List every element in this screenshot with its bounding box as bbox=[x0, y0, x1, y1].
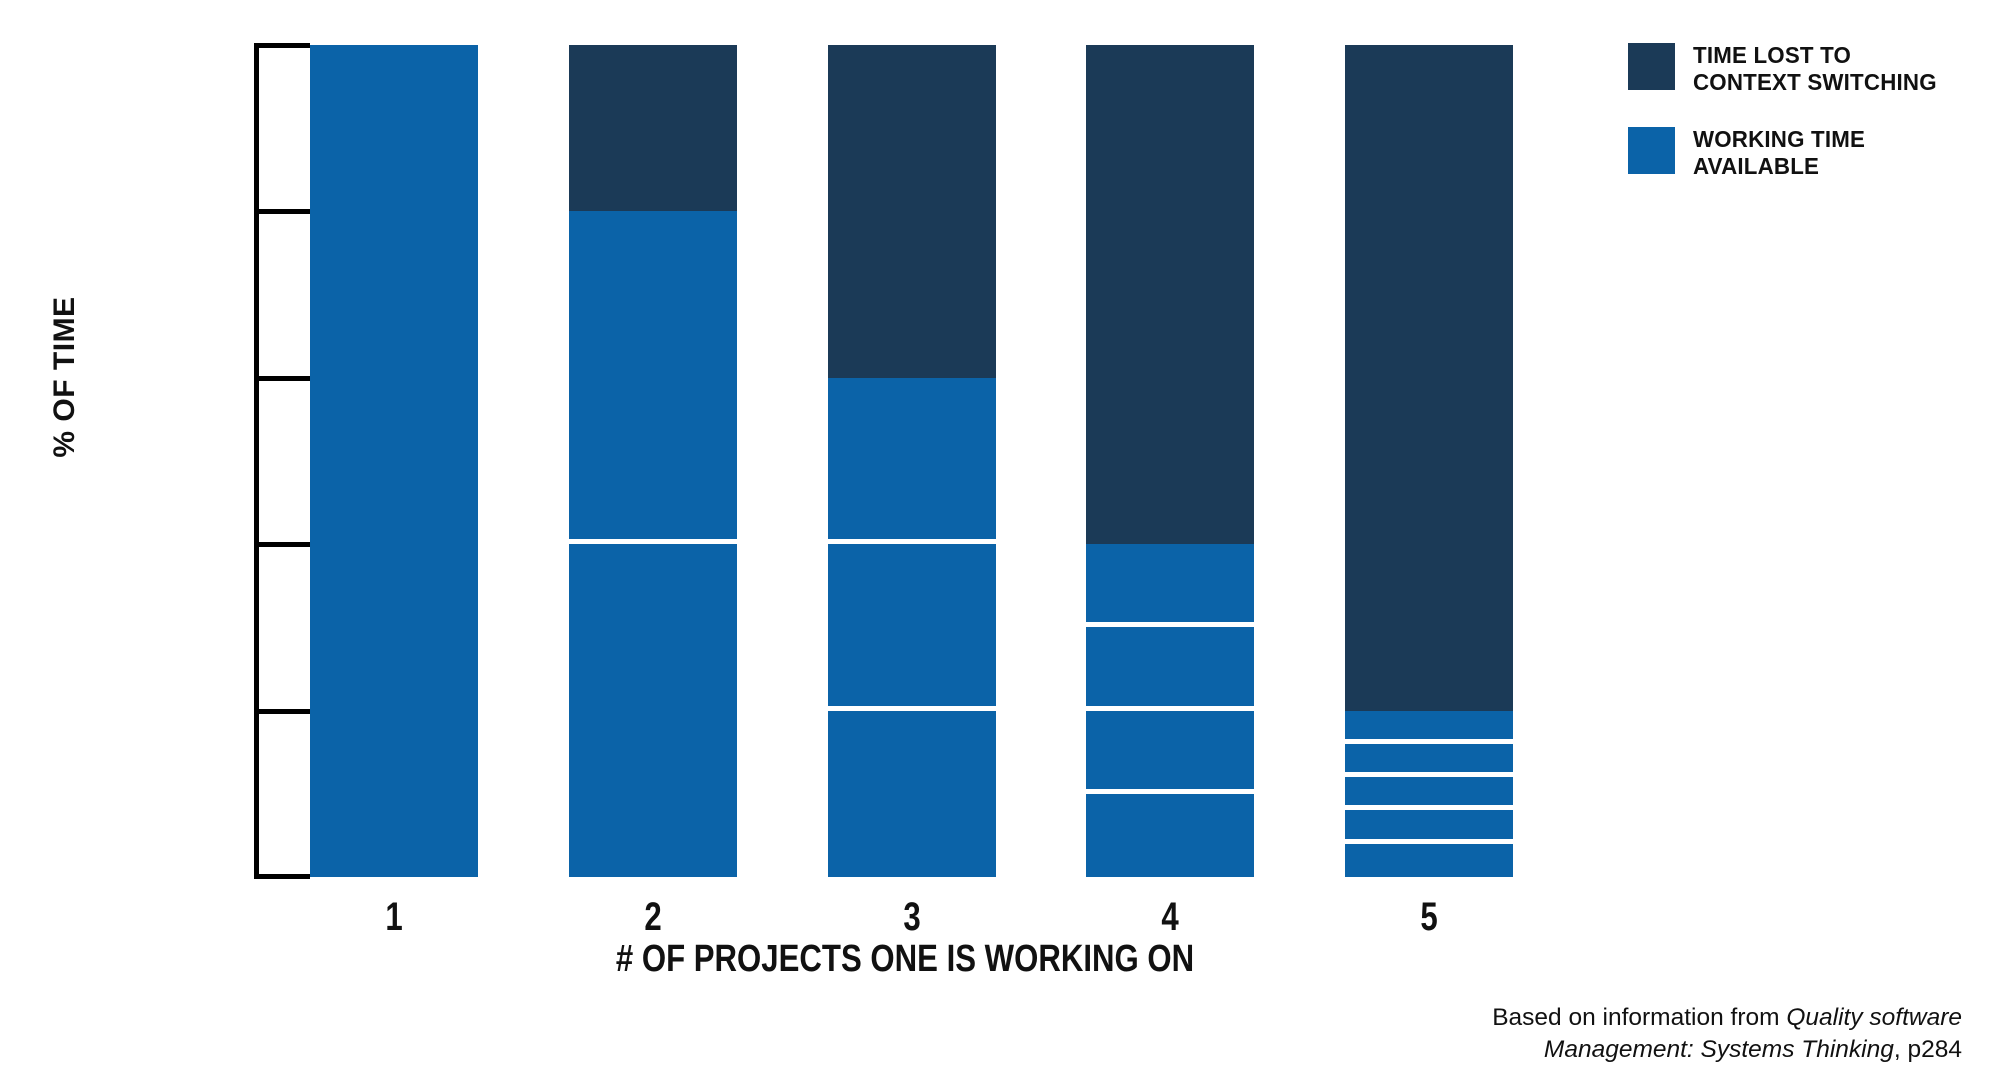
y-axis-tick bbox=[254, 43, 310, 48]
bar-segment-working-time[interactable] bbox=[1345, 743, 1513, 773]
x-axis-tick-label: 3 bbox=[902, 895, 921, 939]
bar-segment-working-time[interactable] bbox=[1086, 627, 1255, 706]
stacked-bar[interactable] bbox=[1345, 45, 1513, 877]
bar-segment-working-time[interactable] bbox=[1345, 810, 1513, 839]
bar-segment-working-time[interactable] bbox=[568, 211, 737, 540]
bar-segment-working-time[interactable] bbox=[827, 377, 996, 540]
stacked-bar[interactable] bbox=[827, 45, 996, 877]
caption-title-part-2: Management: Systems Thinking bbox=[1543, 1036, 1894, 1064]
y-axis-tick bbox=[254, 209, 310, 215]
bar-column[interactable]: 5 bbox=[1345, 45, 1513, 939]
legend-item-time-lost: TIME LOST TO CONTEXT SWITCHING bbox=[1628, 42, 1988, 96]
bar-segment-time-lost[interactable] bbox=[568, 45, 737, 212]
bar-segment-time-lost[interactable] bbox=[1345, 45, 1513, 711]
bar-segment-working-time[interactable] bbox=[568, 544, 737, 877]
bar-segment-working-time[interactable] bbox=[1345, 710, 1513, 739]
x-axis-tick-label: 4 bbox=[1161, 895, 1179, 939]
legend-swatch-icon bbox=[1628, 43, 1675, 90]
legend-item-working-time: WORKING TIME AVAILABLE bbox=[1628, 126, 1988, 180]
x-axis-tick-label: 2 bbox=[644, 895, 662, 939]
plot-area: 100806040200 12345 bbox=[254, 43, 1555, 939]
source-caption-line-1: Based on information from Quality softwa… bbox=[1062, 1002, 1962, 1034]
y-axis-tick bbox=[254, 542, 310, 548]
legend-label-working-time: WORKING TIME AVAILABLE bbox=[1693, 126, 1866, 180]
stacked-bar[interactable] bbox=[310, 45, 478, 877]
x-axis-tick-label: 5 bbox=[1420, 895, 1438, 939]
bar-segment-time-lost[interactable] bbox=[827, 45, 996, 378]
caption-page: , p284 bbox=[1893, 1036, 1962, 1064]
chart-legend: TIME LOST TO CONTEXT SWITCHING WORKING T… bbox=[1628, 42, 1988, 211]
y-axis-spine bbox=[254, 45, 259, 877]
bar-segment-time-lost[interactable] bbox=[1086, 45, 1255, 545]
source-caption-line-2: Management: Systems Thinking, p284 bbox=[1062, 1034, 1962, 1066]
bar-segment-working-time[interactable] bbox=[1086, 544, 1255, 623]
bar-segment-working-time[interactable] bbox=[1086, 793, 1255, 877]
bar-segment-working-time[interactable] bbox=[1345, 777, 1513, 806]
y-axis-title: % OF TIME bbox=[48, 296, 81, 458]
bar-column[interactable]: 2 bbox=[568, 45, 737, 939]
bar-column[interactable]: 1 bbox=[310, 45, 478, 939]
stacked-bar[interactable] bbox=[568, 45, 737, 877]
source-caption: Based on information from Quality softwa… bbox=[1062, 1002, 1962, 1067]
stacked-bar[interactable] bbox=[1086, 45, 1255, 877]
caption-title-part-1: Quality software bbox=[1786, 1004, 1962, 1031]
chart-figure: % OF TIME 100806040200 12345 # OF PROJEC… bbox=[0, 0, 2000, 1078]
bar-segment-working-time[interactable] bbox=[827, 544, 996, 706]
bar-column[interactable]: 4 bbox=[1086, 45, 1255, 939]
legend-label-time-lost: TIME LOST TO CONTEXT SWITCHING bbox=[1693, 42, 1937, 96]
bar-segment-working-time[interactable] bbox=[827, 710, 996, 877]
x-axis-title: # OF PROJECTS ONE IS WORKING ON bbox=[615, 938, 1195, 980]
legend-swatch-icon bbox=[1628, 127, 1675, 175]
x-axis-tick-label: 1 bbox=[385, 895, 403, 939]
y-axis-tick bbox=[254, 375, 310, 381]
bar-segment-working-time[interactable] bbox=[1086, 710, 1255, 789]
bar-segment-working-time[interactable] bbox=[310, 45, 478, 877]
bar-segment-working-time[interactable] bbox=[1345, 843, 1513, 877]
x-axis-origin-tick bbox=[254, 874, 310, 879]
y-axis-tick bbox=[254, 708, 310, 714]
caption-prefix: Based on information from bbox=[1492, 1004, 1787, 1031]
bar-column[interactable]: 3 bbox=[827, 45, 996, 939]
